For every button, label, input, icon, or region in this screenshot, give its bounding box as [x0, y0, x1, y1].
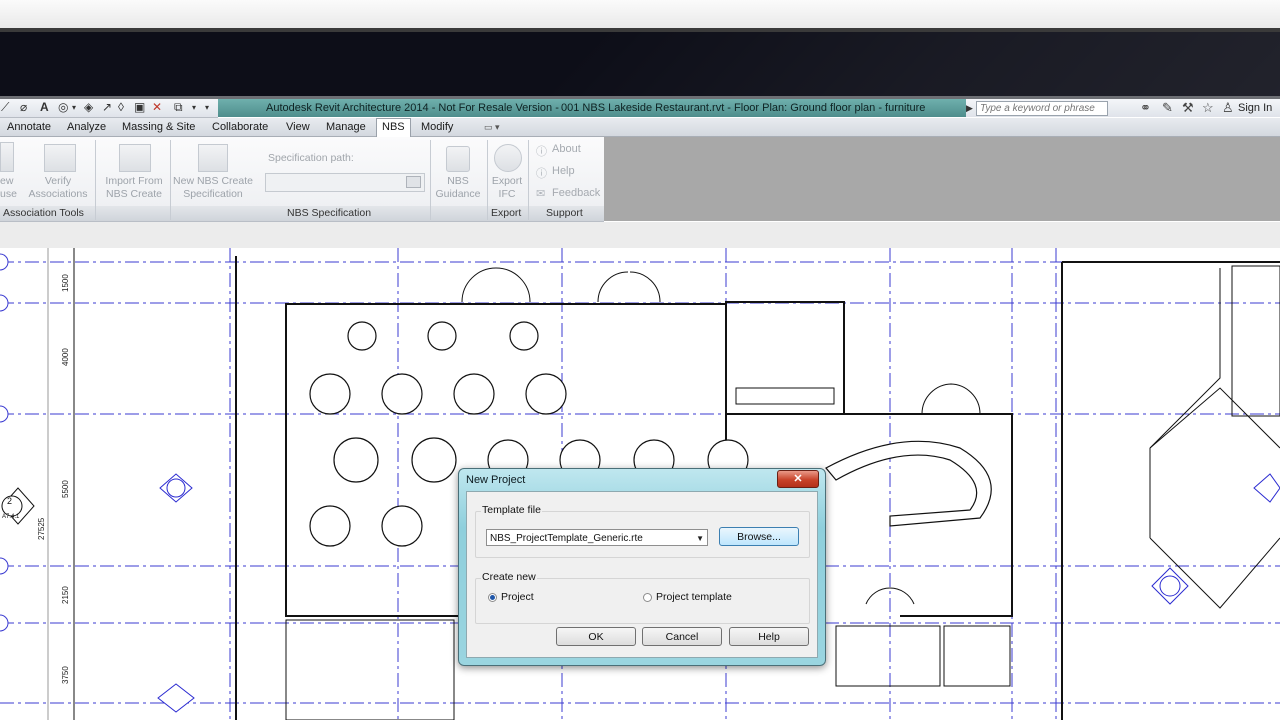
new-spec-icon — [198, 144, 228, 172]
project-template-radio[interactable] — [643, 593, 652, 602]
help-ribbon-button[interactable]: Help — [552, 165, 575, 177]
tab-nbs[interactable]: NBS — [376, 118, 411, 137]
ok-button[interactable]: OK — [556, 627, 636, 646]
verify-associations-icon — [44, 144, 76, 172]
view-house-icon — [0, 142, 14, 172]
spec-path-field[interactable] — [265, 173, 425, 192]
browse-button[interactable]: Browse... — [719, 527, 799, 546]
panel-label-association-tools: Association Tools — [3, 207, 84, 219]
panel-label-nbs-specification: NBS Specification — [287, 207, 372, 219]
tab-annotate[interactable]: Annotate — [7, 119, 51, 135]
sign-in-button[interactable]: Sign In — [1238, 100, 1272, 116]
ribbon-empty-area — [604, 137, 1280, 221]
separator — [430, 140, 431, 220]
title-bar: Autodesk Revit Architecture 2014 - Not F… — [218, 99, 966, 117]
folder-browse-icon[interactable] — [406, 176, 421, 188]
dim-4000: 4000 — [61, 348, 70, 366]
dialog-body: Template file NBS_ProjectTemplate_Generi… — [466, 491, 818, 658]
dark-background-band — [0, 32, 1280, 96]
dim-2150: 2150 — [61, 586, 70, 604]
browser-top-bar — [0, 0, 1280, 28]
favorites-star-icon[interactable]: ☆ — [1202, 100, 1214, 116]
section-icon[interactable]: ◈ — [84, 100, 93, 115]
tab-modify[interactable]: Modify — [421, 119, 453, 135]
about-button[interactable]: About — [552, 143, 581, 155]
panel-label-support: Support — [546, 207, 583, 219]
subscription-icon[interactable]: ⚒ — [1182, 100, 1194, 116]
about-icon: ⓘ — [536, 146, 547, 158]
help-button[interactable]: Help — [729, 627, 809, 646]
export-ifc-button[interactable]: Export IFC — [487, 175, 527, 201]
cancel-button[interactable]: Cancel — [642, 627, 722, 646]
measure-icon[interactable]: ⌀ — [20, 100, 27, 115]
tab-manage[interactable]: Manage — [326, 119, 366, 135]
align-icon[interactable]: ◊ — [118, 100, 124, 115]
tab-view[interactable]: View — [286, 119, 310, 135]
ribbon-tab-row: Annotate Analyze Massing & Site Collabor… — [0, 118, 1280, 137]
document-title: 001 NBS Lakeside Restaurant.rvt - Floor … — [561, 102, 926, 114]
dim-1500: 1500 — [61, 274, 70, 292]
panel-label-export: Export — [491, 207, 522, 219]
verify-associations-button[interactable]: Verify Associations — [22, 175, 94, 201]
dialog-title: New Project — [466, 474, 526, 486]
template-file-select[interactable]: NBS_ProjectTemplate_Generic.rte ▼ — [486, 529, 708, 546]
separator — [170, 140, 171, 220]
export-ifc-icon — [494, 144, 522, 172]
project-radio[interactable] — [488, 593, 497, 602]
dim-27525: 27525 — [37, 517, 46, 540]
user-icon[interactable]: ♙ — [1222, 100, 1234, 116]
dimension-icon[interactable]: ⟋ — [1, 100, 9, 115]
tab-collaborate[interactable]: Collaborate — [212, 119, 268, 135]
dropdown-arrow-icon[interactable]: ▾ — [72, 100, 76, 115]
project-template-radio-label: Project template — [656, 591, 732, 603]
nbs-guidance-button[interactable]: NBS Guidance — [433, 175, 483, 201]
dim-3750: 3750 — [61, 666, 70, 684]
grid-bubbles — [0, 253, 9, 632]
feedback-icon: ✉ — [536, 188, 546, 200]
info-center: ▶ ⚭ ✎ ⚒ ☆ ♙ Sign In — [966, 99, 1280, 117]
tab-massing-site[interactable]: Massing & Site — [122, 119, 195, 135]
close-icon[interactable]: ✕ — [777, 470, 819, 488]
tab-analyze[interactable]: Analyze — [67, 119, 106, 135]
new-nbs-spec-button[interactable]: New NBS Create Specification — [172, 175, 254, 201]
communication-center-icon[interactable]: ✎ — [1162, 100, 1173, 116]
chevron-down-icon: ▼ — [696, 534, 704, 543]
nbs-guidance-icon — [446, 146, 470, 172]
expand-arrow-icon[interactable]: ▶ — [966, 101, 974, 115]
feedback-button[interactable]: Feedback — [552, 187, 600, 199]
dropdown-arrow-icon[interactable]: ▾ — [192, 100, 196, 115]
3d-view-icon[interactable]: ◎ — [58, 100, 68, 115]
switch-windows-icon[interactable]: ⧉ — [174, 100, 183, 115]
dim-5500: 5500 — [61, 480, 70, 498]
import-nbs-icon — [119, 144, 151, 172]
ribbon-minimize-icon[interactable]: ▭ ▾ — [484, 119, 500, 135]
import-from-nbs-button[interactable]: Import From NBS Create — [98, 175, 170, 201]
create-new-label: Create new — [481, 571, 537, 583]
quick-access-toolbar: ⟋ ⌀ A ◎ ▾ ◈ ↗ ◊ ▣ ✕ ⧉ ▾ ▾ — [0, 99, 218, 118]
thin-lines-icon[interactable]: ↗ — [102, 100, 112, 115]
app-title: Autodesk Revit Architecture 2014 - Not F… — [266, 102, 559, 114]
section-tag-ref: A7.4.1 — [2, 514, 20, 520]
view-gap — [0, 222, 1280, 248]
project-radio-label: Project — [501, 591, 534, 603]
new-project-dialog: New Project ✕ Template file NBS_ProjectT… — [458, 468, 826, 666]
separator — [528, 140, 529, 220]
text-icon[interactable]: A — [40, 100, 49, 115]
red-x-icon[interactable]: ✕ — [152, 100, 162, 115]
template-file-value: NBS_ProjectTemplate_Generic.rte — [490, 533, 643, 544]
template-file-label: Template file — [481, 504, 542, 516]
view-house-button[interactable]: ew use — [0, 175, 17, 201]
customize-qat-icon[interactable]: ▾ — [205, 100, 209, 115]
help-icon: ⓘ — [536, 168, 547, 180]
separator — [95, 140, 96, 220]
close-hidden-icon[interactable]: ▣ — [134, 100, 145, 115]
dimensions: 1500 4000 5500 27525 2150 3750 — [37, 274, 70, 684]
section-tag-number: 2 — [7, 496, 12, 506]
binoculars-icon[interactable]: ⚭ — [1140, 100, 1151, 116]
spec-path-label: Specification path: — [268, 152, 354, 164]
search-input[interactable] — [976, 101, 1108, 116]
